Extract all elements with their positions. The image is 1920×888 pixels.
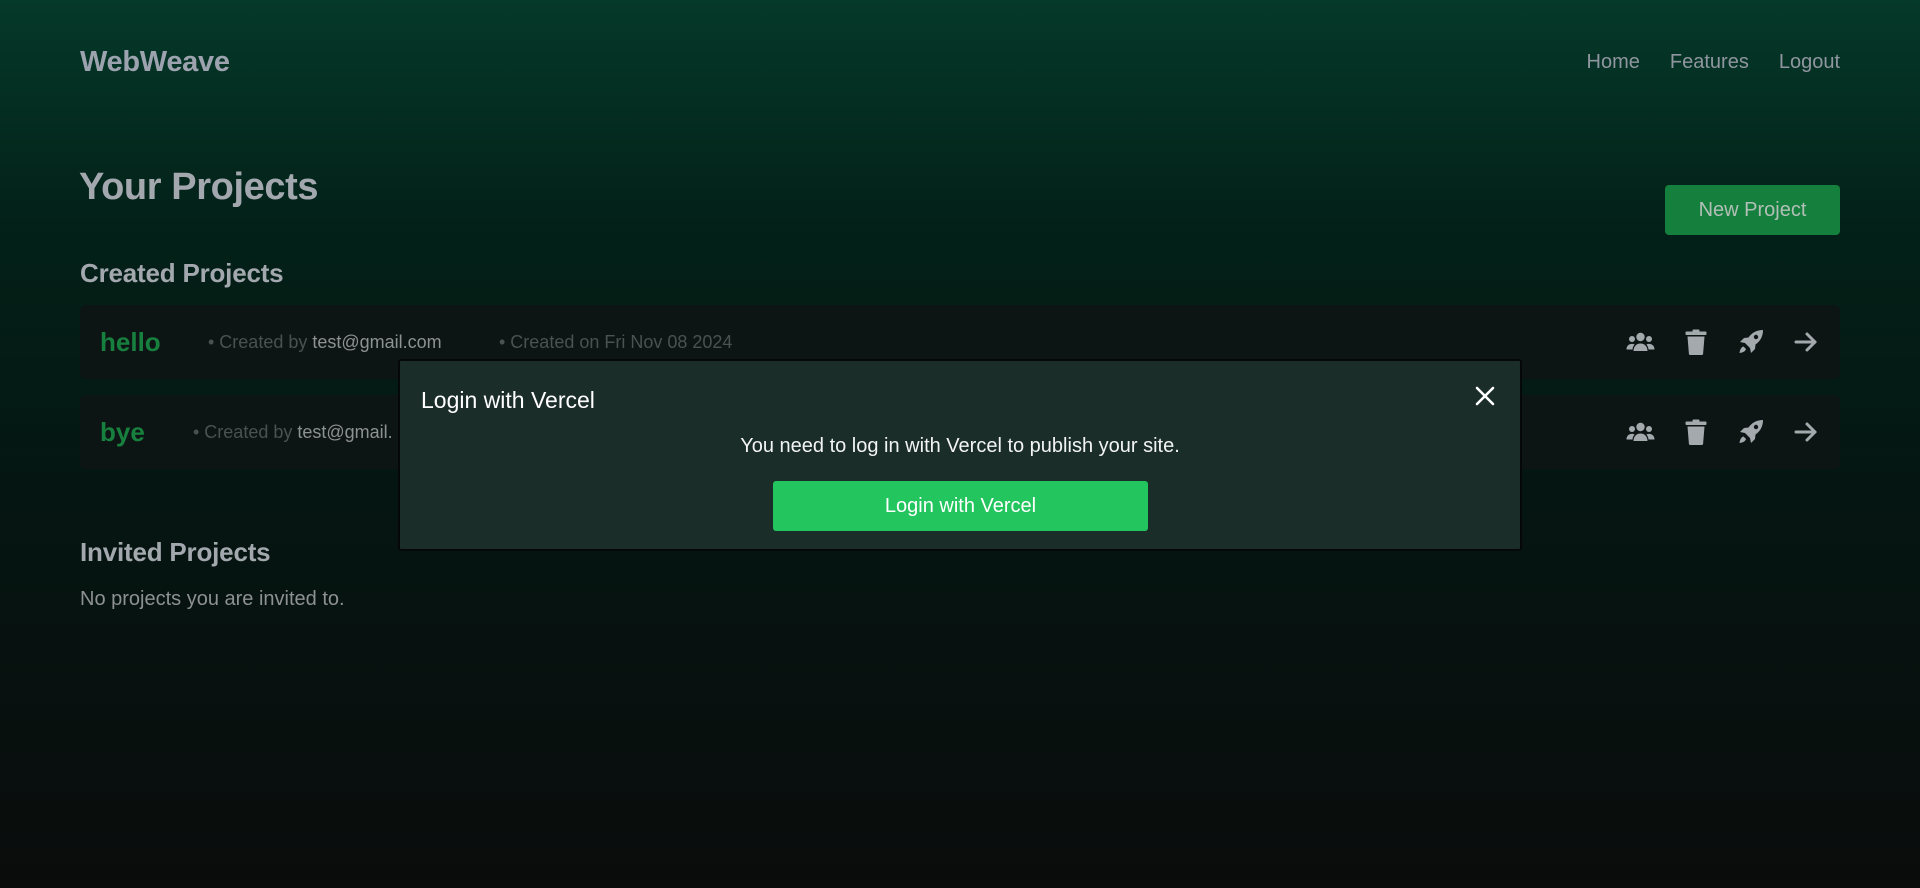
created-by-email: test@gmail. [297, 421, 393, 442]
project-created-on: • Created on Fri Nov 08 2024 [499, 331, 733, 352]
page: WebWeave Home Features Logout Your Proje… [0, 0, 1920, 888]
close-icon[interactable] [1472, 383, 1498, 409]
login-with-vercel-button[interactable]: Login with Vercel [773, 481, 1148, 531]
invited-empty-message: No projects you are invited to. [80, 588, 345, 610]
modal-title: Login with Vercel [421, 387, 595, 413]
nav-link-home[interactable]: Home [1587, 51, 1640, 74]
new-project-button[interactable]: New Project [1665, 185, 1840, 235]
project-name[interactable]: bye [100, 417, 145, 448]
nav-links: Home Features Logout [1587, 51, 1840, 74]
users-icon[interactable] [1626, 328, 1655, 357]
project-created-by: • Created by test@gmail. [193, 422, 393, 443]
nav-link-features[interactable]: Features [1670, 51, 1749, 74]
page-title: Your Projects [79, 166, 319, 208]
modal-message: You need to log in with Vercel to publis… [740, 435, 1180, 457]
created-by-email: test@gmail.com [312, 331, 442, 352]
trash-icon[interactable] [1681, 418, 1710, 447]
project-actions [1626, 418, 1820, 447]
nav-link-logout[interactable]: Logout [1779, 51, 1840, 74]
project-actions [1626, 328, 1820, 357]
users-icon[interactable] [1626, 418, 1655, 447]
trash-icon[interactable] [1681, 328, 1710, 357]
arrow-right-icon[interactable] [1791, 418, 1820, 447]
rocket-icon[interactable] [1736, 418, 1765, 447]
top-navbar: WebWeave Home Features Logout [80, 40, 1840, 84]
project-name[interactable]: hello [100, 327, 161, 358]
brand-logo[interactable]: WebWeave [80, 46, 230, 79]
created-by-prefix: • Created by [208, 331, 313, 352]
arrow-right-icon[interactable] [1791, 328, 1820, 357]
created-projects-heading: Created Projects [80, 258, 284, 288]
created-by-prefix: • Created by [193, 421, 298, 442]
invited-projects-heading: Invited Projects [80, 537, 271, 567]
login-vercel-modal: Login with Vercel You need to log in wit… [398, 359, 1522, 551]
rocket-icon[interactable] [1736, 328, 1765, 357]
project-created-by: • Created by test@gmail.com [208, 332, 442, 353]
